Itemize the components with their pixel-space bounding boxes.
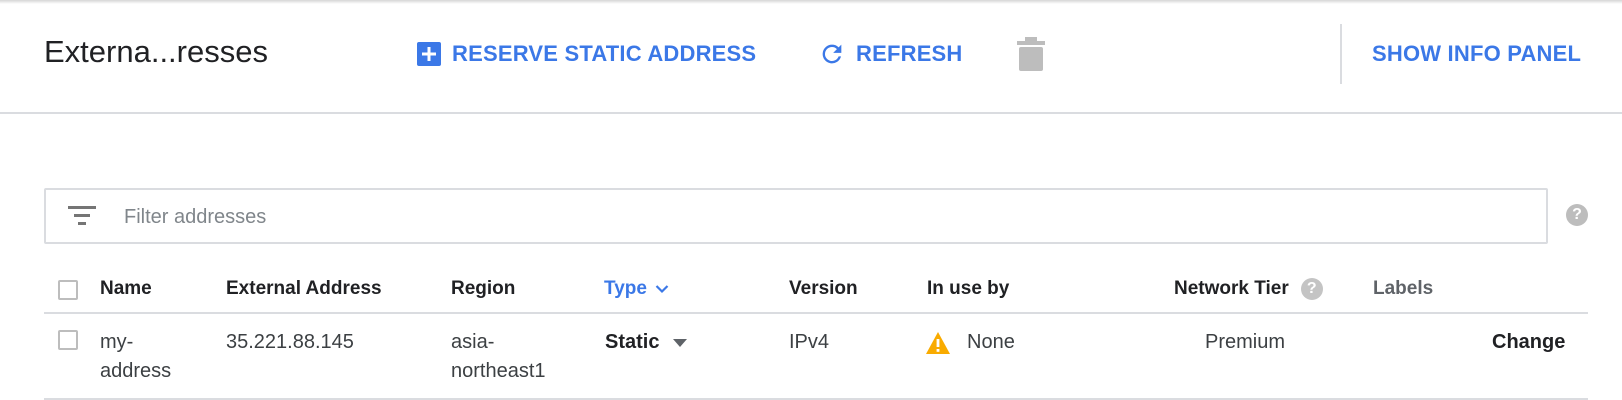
change-tier-link[interactable]: Change xyxy=(1492,328,1565,357)
help-icon[interactable]: ? xyxy=(1566,204,1588,226)
filter-icon xyxy=(68,206,96,225)
address-name-line-2: address xyxy=(100,360,172,382)
address-name-line-1: my- xyxy=(100,331,134,353)
page-header: Externa...resses RESERVE STATIC ADDRESS … xyxy=(0,0,1622,114)
reserve-static-address-button[interactable]: RESERVE STATIC ADDRESS xyxy=(416,36,756,72)
reserve-static-address-label: RESERVE STATIC ADDRESS xyxy=(452,41,757,66)
network-tier-help-icon[interactable]: ? xyxy=(1300,278,1323,300)
column-header-type-label: Type xyxy=(604,278,647,299)
refresh-label: REFRESH xyxy=(856,41,963,66)
refresh-button[interactable]: REFRESH xyxy=(818,36,963,72)
network-tier-cell: Premium xyxy=(1205,331,1286,353)
warning-icon xyxy=(926,331,950,354)
header-divider xyxy=(1340,24,1342,84)
column-header-region[interactable]: Region xyxy=(451,278,515,300)
in-use-by-cell: None xyxy=(925,328,1015,357)
column-header-name[interactable]: Name xyxy=(100,278,152,300)
column-header-network-tier[interactable]: Network Tier? xyxy=(1174,278,1323,300)
select-all-checkbox[interactable] xyxy=(58,280,78,300)
region-line-1: asia- xyxy=(451,331,495,353)
region-line-2: northeast1 xyxy=(451,360,546,382)
column-header-labels[interactable]: Labels xyxy=(1373,278,1433,300)
sort-chevron-down-icon xyxy=(655,285,669,294)
show-info-panel-label: SHOW INFO PANEL xyxy=(1372,41,1582,66)
column-header-type[interactable]: Type xyxy=(604,278,669,300)
filter-input[interactable] xyxy=(122,200,1426,234)
version-cell: IPv4 xyxy=(789,331,830,353)
delete-button[interactable] xyxy=(1016,36,1046,72)
column-header-in-use-by[interactable]: In use by xyxy=(927,278,1009,300)
column-header-network-tier-label: Network Tier xyxy=(1174,278,1289,300)
column-header-version[interactable]: Version xyxy=(789,278,858,300)
in-use-by-value: None xyxy=(967,331,1015,353)
type-dropdown[interactable]: Static xyxy=(605,328,688,357)
external-address-cell: 35.221.88.145 xyxy=(226,331,354,353)
table-row: my- address 35.221.88.145 asia- northeas… xyxy=(44,314,1588,400)
row-checkbox[interactable] xyxy=(58,330,78,350)
show-info-panel-button[interactable]: SHOW INFO PANEL xyxy=(1372,36,1581,72)
type-value: Static xyxy=(605,331,660,353)
region-cell: asia- northeast1 xyxy=(451,328,546,386)
filter-bar[interactable] xyxy=(44,188,1548,244)
dropdown-caret-icon xyxy=(673,338,688,347)
trash-icon xyxy=(1017,37,1045,71)
add-box-icon xyxy=(417,42,441,66)
column-header-external-address[interactable]: External Address xyxy=(226,278,382,300)
address-name-cell[interactable]: my- address xyxy=(100,328,171,386)
page-title: Externa...resses xyxy=(44,34,268,69)
table-header: Name External Address Region Type Versio… xyxy=(44,268,1588,314)
refresh-icon xyxy=(822,44,842,64)
